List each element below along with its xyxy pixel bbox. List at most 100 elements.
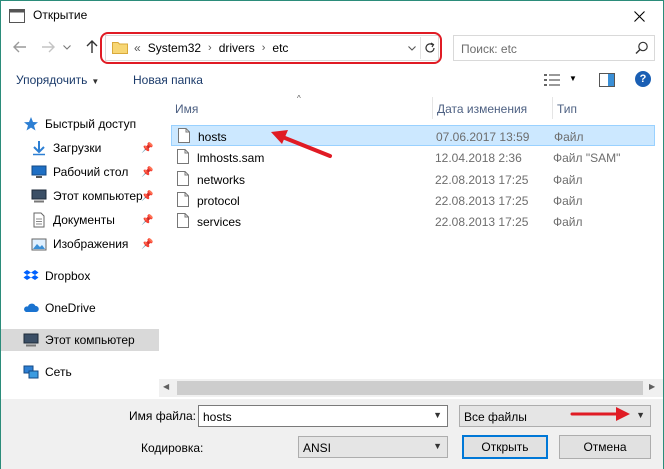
navigation-pane: Быстрый доступ Загрузки 📌 Рабочий стол 📌… [1, 93, 159, 399]
file-row-networks[interactable]: networks 22.08.2013 17:25 Файл [171, 169, 655, 190]
file-type: Файл [554, 130, 584, 144]
computer-icon [31, 189, 47, 203]
sidebar-item-label: Загрузки [53, 141, 102, 155]
close-button[interactable] [619, 4, 659, 28]
sidebar-item-onedrive[interactable]: OneDrive [1, 297, 159, 319]
column-header-name[interactable]: Имя [171, 97, 433, 119]
title-bar: Открытие [1, 1, 663, 31]
address-bar[interactable]: « System32 › drivers › etc [105, 35, 439, 61]
file-type-select[interactable]: Все файлы ▼ [459, 405, 651, 427]
encoding-label: Кодировка: [141, 441, 204, 455]
network-icon [23, 365, 39, 379]
organize-label: Упорядочить [16, 73, 88, 87]
scroll-left-icon[interactable]: ◀ [163, 382, 169, 391]
sidebar-item-label: OneDrive [45, 301, 96, 315]
file-list: ^ Имя Дата изменения Тип hosts 07.06.201… [159, 93, 663, 399]
new-folder-button[interactable]: Новая папка [133, 73, 203, 87]
file-icon [177, 192, 189, 207]
sidebar-item-network[interactable]: Сеть [1, 361, 159, 383]
sidebar-item-quick-access[interactable]: Быстрый доступ [1, 113, 159, 135]
sidebar-item-downloads[interactable]: Загрузки 📌 [1, 137, 159, 159]
sidebar-item-dropbox[interactable]: Dropbox [1, 265, 159, 287]
breadcrumb-item[interactable]: drivers [219, 41, 255, 55]
sidebar-item-label: Сеть [45, 365, 72, 379]
download-icon [33, 141, 45, 156]
file-icon [177, 213, 189, 228]
file-name: protocol [197, 194, 240, 208]
sidebar-item-pictures[interactable]: Изображения 📌 [1, 233, 159, 255]
pin-icon: 📌 [141, 142, 154, 154]
file-name: lmhosts.sam [197, 151, 265, 165]
file-date: 12.04.2018 2:36 [435, 151, 522, 165]
arrow-right-icon [42, 41, 55, 53]
breadcrumb: « System32 › drivers › etc [134, 41, 288, 55]
chevron-down-icon[interactable]: ▼ [433, 410, 442, 420]
breadcrumb-overflow[interactable]: « [134, 41, 141, 55]
search-placeholder: Поиск: etc [461, 42, 517, 56]
file-date: 22.08.2013 17:25 [435, 215, 529, 229]
file-row-protocol[interactable]: protocol 22.08.2013 17:25 Файл [171, 190, 655, 211]
search-input[interactable]: Поиск: etc [453, 35, 655, 61]
up-button[interactable] [83, 38, 101, 56]
documents-icon [33, 212, 45, 228]
sidebar-item-this-pc-pinned[interactable]: Этот компьютер 📌 [1, 185, 159, 207]
filename-input[interactable]: hosts ▼ [198, 405, 448, 427]
chevron-down-icon[interactable]: ▼ [636, 410, 645, 420]
breadcrumb-separator-icon[interactable]: › [208, 42, 212, 54]
encoding-select[interactable]: ANSI ▼ [298, 436, 448, 458]
view-details-icon[interactable] [543, 73, 561, 87]
chevron-down-icon [408, 45, 416, 51]
forward-button[interactable] [39, 38, 57, 56]
file-icon [177, 149, 189, 164]
command-bar: Упорядочить ▼ Новая папка ▼ ? [1, 67, 663, 93]
breadcrumb-separator-icon[interactable]: › [262, 42, 266, 54]
column-header-date[interactable]: Дата изменения [433, 97, 553, 119]
breadcrumb-item[interactable]: etc [272, 41, 288, 55]
scroll-right-icon[interactable]: ▶ [649, 382, 655, 391]
preview-pane-icon[interactable] [599, 73, 615, 87]
sidebar-item-this-pc[interactable]: Этот компьютер [1, 329, 159, 351]
filename-label: Имя файла: [129, 409, 196, 423]
file-name: networks [197, 173, 246, 187]
computer-icon [23, 333, 39, 347]
sidebar-item-documents[interactable]: Документы 📌 [1, 209, 159, 231]
scrollbar-thumb[interactable] [177, 381, 643, 395]
sidebar-item-label: Быстрый доступ [45, 117, 137, 131]
onedrive-icon [24, 303, 39, 312]
back-button[interactable] [11, 38, 29, 56]
cancel-button[interactable]: Отмена [559, 435, 651, 459]
address-history-button[interactable] [404, 40, 420, 56]
organize-button[interactable]: Упорядочить ▼ [16, 73, 99, 87]
file-row-hosts[interactable]: hosts 07.06.2017 13:59 Файл [171, 125, 655, 146]
sidebar-item-label: Изображения [53, 237, 129, 251]
sidebar-item-desktop[interactable]: Рабочий стол 📌 [1, 161, 159, 183]
dialog-footer: Имя файла: hosts ▼ Все файлы ▼ Кодировка… [1, 399, 663, 469]
arrow-left-icon [13, 41, 26, 53]
file-type-value: Все файлы [464, 410, 527, 424]
file-type: Файл [553, 173, 583, 187]
folder-icon [112, 42, 128, 54]
help-icon[interactable]: ? [635, 71, 651, 87]
recent-locations-button[interactable] [61, 38, 73, 56]
sidebar-item-label: Этот компьютер [45, 333, 135, 347]
close-icon [633, 10, 645, 22]
file-row-services[interactable]: services 22.08.2013 17:25 Файл [171, 211, 655, 232]
open-button[interactable]: Открыть [462, 435, 548, 459]
file-row-lmhosts[interactable]: lmhosts.sam 12.04.2018 2:36 Файл "SAM" [171, 147, 655, 168]
sidebar-item-label: Рабочий стол [53, 165, 129, 179]
sidebar-item-label: Dropbox [45, 269, 91, 283]
file-name: services [197, 215, 242, 229]
desktop-icon [31, 165, 47, 178]
horizontal-scrollbar[interactable]: ◀ ▶ [159, 379, 663, 397]
search-icon [635, 41, 648, 54]
encoding-value: ANSI [303, 441, 332, 455]
view-options-caret-icon[interactable]: ▼ [569, 74, 577, 83]
refresh-button[interactable] [420, 37, 438, 59]
breadcrumb-item[interactable]: System32 [148, 41, 201, 55]
column-header-type[interactable]: Тип [553, 97, 661, 119]
sidebar-item-label: Этот компьютер [53, 189, 143, 203]
chevron-down-icon[interactable]: ▼ [433, 441, 442, 451]
filename-value: hosts [203, 410, 232, 424]
window-title: Открытие [33, 8, 88, 22]
pictures-icon [31, 238, 47, 251]
